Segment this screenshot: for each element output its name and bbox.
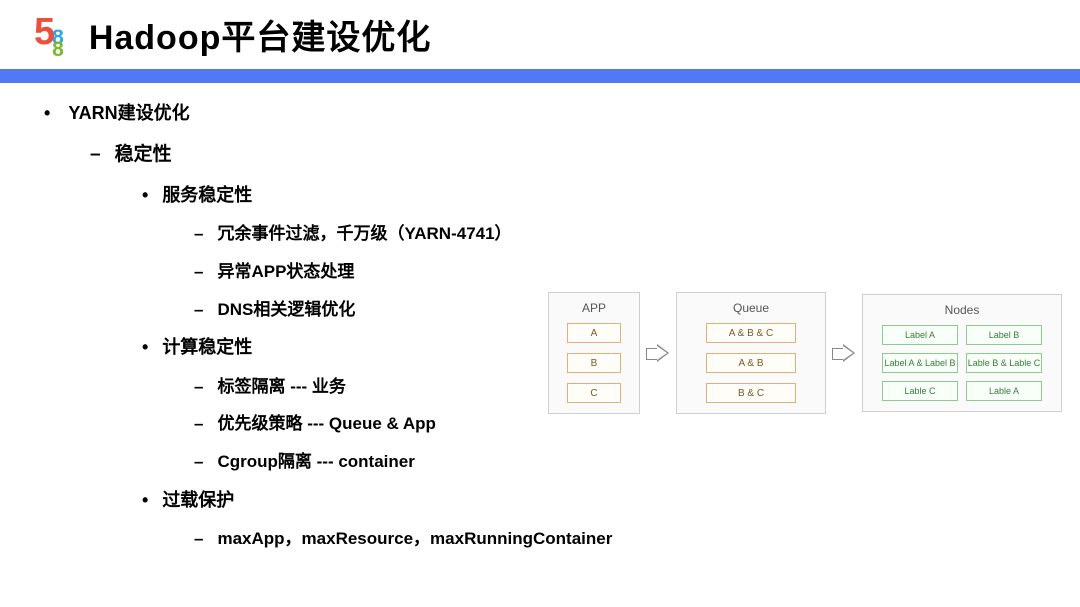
text: YARN建设优化 [68, 103, 189, 123]
panel-app: APP A B C [548, 292, 640, 414]
text: 冗余事件过滤，千万级（YARN-4741） [217, 224, 511, 243]
text: 稳定性 [115, 144, 172, 165]
app-cell: A [567, 323, 621, 343]
text: Cgroup隔离 --- container [217, 452, 414, 471]
text: 优先级策略 --- Queue & App [217, 414, 435, 433]
text: DNS相关逻辑优化 [217, 300, 355, 319]
bullet-lvl4: 冗余事件过滤，千万级（YARN-4741） [194, 222, 1080, 246]
text: 服务稳定性 [162, 185, 252, 205]
text: 计算稳定性 [162, 337, 252, 357]
accent-bar [0, 69, 1080, 83]
node-cell: Label A [882, 325, 958, 345]
slide-header: 5 8 8 Hadoop平台建设优化 [0, 0, 1080, 69]
bullet-lvl3: 过载保护 maxApp，maxResource，maxRunningContai… [142, 488, 1080, 551]
app-cell: B [567, 353, 621, 373]
panel-title: Nodes [945, 303, 980, 317]
node-cell: Label A & Label B [882, 353, 958, 373]
bullet-lvl4: 优先级策略 --- Queue & App [194, 412, 1080, 436]
bullet-lvl4: 异常APP状态处理 [194, 260, 1080, 284]
node-cell: Lable C [882, 381, 958, 401]
logo-digit-5: 5 [34, 13, 52, 51]
text: 过载保护 [162, 490, 234, 510]
bullet-lvl4: maxApp，maxResource，maxRunningContainer [194, 527, 1080, 551]
yarn-label-diagram: APP A B C Queue A & B & C A & B B & C No… [548, 292, 1062, 414]
panel-title: APP [582, 301, 606, 315]
logo-digit-8: 8 8 [52, 32, 61, 55]
queue-cell: A & B [706, 353, 796, 373]
text: maxApp，maxResource，maxRunningContainer [217, 529, 612, 548]
panel-queue: Queue A & B & C A & B B & C [676, 292, 826, 414]
slide-title: Hadoop平台建设优化 [89, 10, 432, 59]
bullet-lvl4: Cgroup隔离 --- container [194, 450, 1080, 474]
app-cell: C [567, 383, 621, 403]
queue-cell: B & C [706, 383, 796, 403]
arrow-icon [646, 344, 670, 362]
queue-cell: A & B & C [706, 323, 796, 343]
node-cell: Lable A [966, 381, 1042, 401]
node-cell: Lable B & Lable C [966, 353, 1042, 373]
panel-title: Queue [733, 301, 769, 315]
logo-58: 5 8 8 [34, 13, 61, 55]
text: 异常APP状态处理 [217, 262, 354, 281]
node-cell: Label B [966, 325, 1042, 345]
arrow-icon [832, 344, 856, 362]
panel-nodes: Nodes Label A Label B Label A & Label B … [862, 294, 1062, 412]
text: 标签隔离 --- 业务 [217, 377, 345, 396]
